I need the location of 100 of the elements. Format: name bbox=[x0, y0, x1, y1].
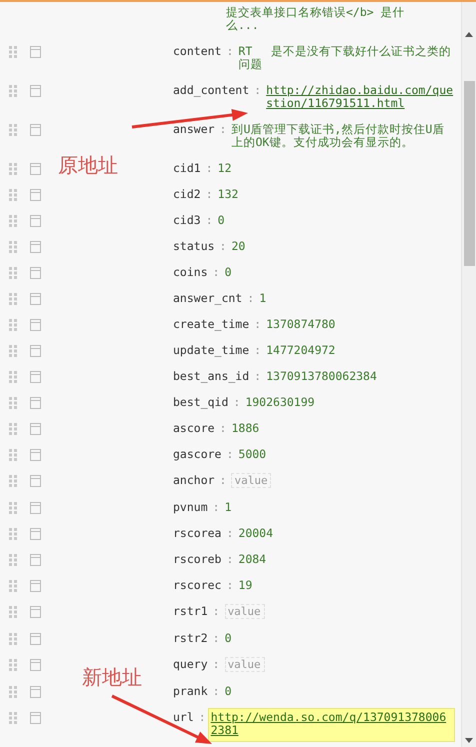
field-value: 提交表单接口名称错误</b> 是什么... bbox=[226, 5, 405, 32]
key-separator: : bbox=[220, 422, 226, 434]
drag-handle-icon[interactable] bbox=[9, 240, 17, 252]
drag-handle-icon[interactable] bbox=[9, 162, 17, 174]
drag-handle-icon[interactable] bbox=[9, 528, 17, 540]
drag-handle-icon[interactable] bbox=[9, 658, 17, 670]
key-separator: : bbox=[233, 396, 240, 408]
field-key: answer_cnt bbox=[173, 292, 242, 304]
scrollbar[interactable] bbox=[461, 2, 476, 747]
key-separator: : bbox=[226, 578, 234, 592]
note-icon bbox=[30, 84, 41, 96]
key-separator: : bbox=[226, 552, 234, 566]
link[interactable]: http://zhidao.baidu.com/question/116791511.html bbox=[266, 84, 455, 110]
note-icon bbox=[30, 188, 41, 200]
field-value: 20 bbox=[231, 238, 246, 252]
field-key: cid3 bbox=[173, 214, 201, 226]
note-icon bbox=[30, 162, 41, 174]
field-value: 1 bbox=[259, 290, 266, 304]
field-key: create_time bbox=[173, 318, 250, 330]
field-key: rstr2 bbox=[173, 632, 208, 644]
key-separator: : bbox=[212, 684, 220, 698]
key-separator: : bbox=[226, 44, 234, 58]
field-value: 1886 bbox=[231, 420, 260, 434]
note-icon bbox=[30, 370, 41, 382]
field-key: best_qid bbox=[173, 396, 228, 408]
drag-handle-icon[interactable] bbox=[9, 266, 17, 278]
key-separator: : bbox=[206, 214, 213, 226]
value-field[interactable]: value bbox=[231, 472, 272, 488]
note-icon bbox=[30, 240, 41, 252]
key-separator: : bbox=[220, 474, 226, 486]
drag-handle-icon[interactable] bbox=[9, 580, 17, 592]
field-key: update_time bbox=[173, 344, 250, 356]
scroll-up-icon[interactable] bbox=[465, 32, 473, 37]
note-icon bbox=[30, 292, 41, 304]
field-key: add_content bbox=[173, 84, 250, 96]
annotation-label: 新地址 bbox=[82, 664, 142, 690]
key-separator: : bbox=[212, 500, 220, 514]
field-value: 1 bbox=[224, 500, 232, 514]
field-value: 0 bbox=[224, 684, 232, 698]
field-value: 0 bbox=[218, 212, 225, 226]
drag-handle-icon[interactable] bbox=[9, 632, 17, 644]
key-separator: : bbox=[212, 658, 220, 670]
field-value: 1902630199 bbox=[245, 394, 315, 408]
note-icon bbox=[30, 124, 41, 136]
note-icon bbox=[30, 686, 41, 698]
field-key: gascore bbox=[173, 448, 222, 460]
note-icon bbox=[30, 448, 41, 460]
key-separator: : bbox=[254, 370, 262, 382]
field-key: coins bbox=[173, 266, 208, 278]
note-icon bbox=[30, 344, 41, 356]
key-separator: : bbox=[226, 448, 234, 460]
drag-handle-icon[interactable] bbox=[9, 214, 17, 226]
drag-handle-icon[interactable] bbox=[9, 712, 17, 724]
drag-handle-icon[interactable] bbox=[9, 554, 17, 566]
field-value: 20004 bbox=[238, 526, 274, 540]
drag-handle-icon[interactable] bbox=[9, 370, 17, 382]
field-key: answer bbox=[173, 122, 215, 136]
drag-handle-icon[interactable] bbox=[9, 46, 17, 58]
scroll-down-icon[interactable] bbox=[465, 738, 473, 743]
drag-handle-icon[interactable] bbox=[9, 124, 17, 136]
field-key: cid1 bbox=[173, 162, 201, 174]
drag-handle-icon[interactable] bbox=[9, 422, 17, 434]
drag-handle-icon[interactable] bbox=[9, 188, 17, 200]
key-separator: : bbox=[212, 604, 220, 618]
key-separator: : bbox=[206, 188, 213, 200]
scrollbar-thumb[interactable] bbox=[464, 81, 474, 266]
drag-handle-icon[interactable] bbox=[9, 84, 17, 96]
drag-handle-icon[interactable] bbox=[9, 474, 17, 486]
drag-handle-icon[interactable] bbox=[9, 396, 17, 408]
field-key: status bbox=[173, 240, 215, 252]
field-value: 1477204972 bbox=[266, 342, 336, 356]
field-value: 0 bbox=[224, 630, 232, 644]
field-value: 0 bbox=[224, 264, 232, 278]
field-key: best_ans_id bbox=[173, 370, 250, 382]
note-icon bbox=[30, 554, 41, 566]
key-separator: : bbox=[220, 240, 226, 252]
field-value: 2084 bbox=[238, 552, 266, 566]
note-icon bbox=[30, 502, 41, 514]
key-separator: : bbox=[254, 344, 262, 356]
drag-handle-icon[interactable] bbox=[9, 344, 17, 356]
field-key: ascore bbox=[173, 422, 215, 434]
field-value: 132 bbox=[218, 186, 238, 200]
drag-handle-icon[interactable] bbox=[9, 606, 17, 618]
drag-handle-icon[interactable] bbox=[9, 686, 17, 698]
field-key: rscoreb bbox=[173, 552, 222, 566]
drag-handle-icon[interactable] bbox=[9, 318, 17, 330]
note-icon bbox=[30, 580, 41, 592]
value-field[interactable]: value bbox=[224, 604, 265, 618]
drag-handle-icon[interactable] bbox=[9, 292, 17, 304]
field-key: prank bbox=[173, 684, 208, 698]
drag-handle-icon[interactable] bbox=[9, 502, 17, 514]
drag-handle-icon[interactable] bbox=[9, 448, 17, 460]
field-key: cid2 bbox=[173, 188, 201, 200]
field-value: 1370913780062384 bbox=[266, 368, 377, 382]
value-field[interactable]: value bbox=[224, 656, 265, 672]
field-key: pvnum bbox=[173, 500, 208, 514]
annotation-label: 原地址 bbox=[58, 152, 118, 178]
key-separator: : bbox=[220, 122, 226, 136]
note-icon bbox=[30, 606, 41, 618]
field-key: anchor bbox=[173, 474, 215, 486]
